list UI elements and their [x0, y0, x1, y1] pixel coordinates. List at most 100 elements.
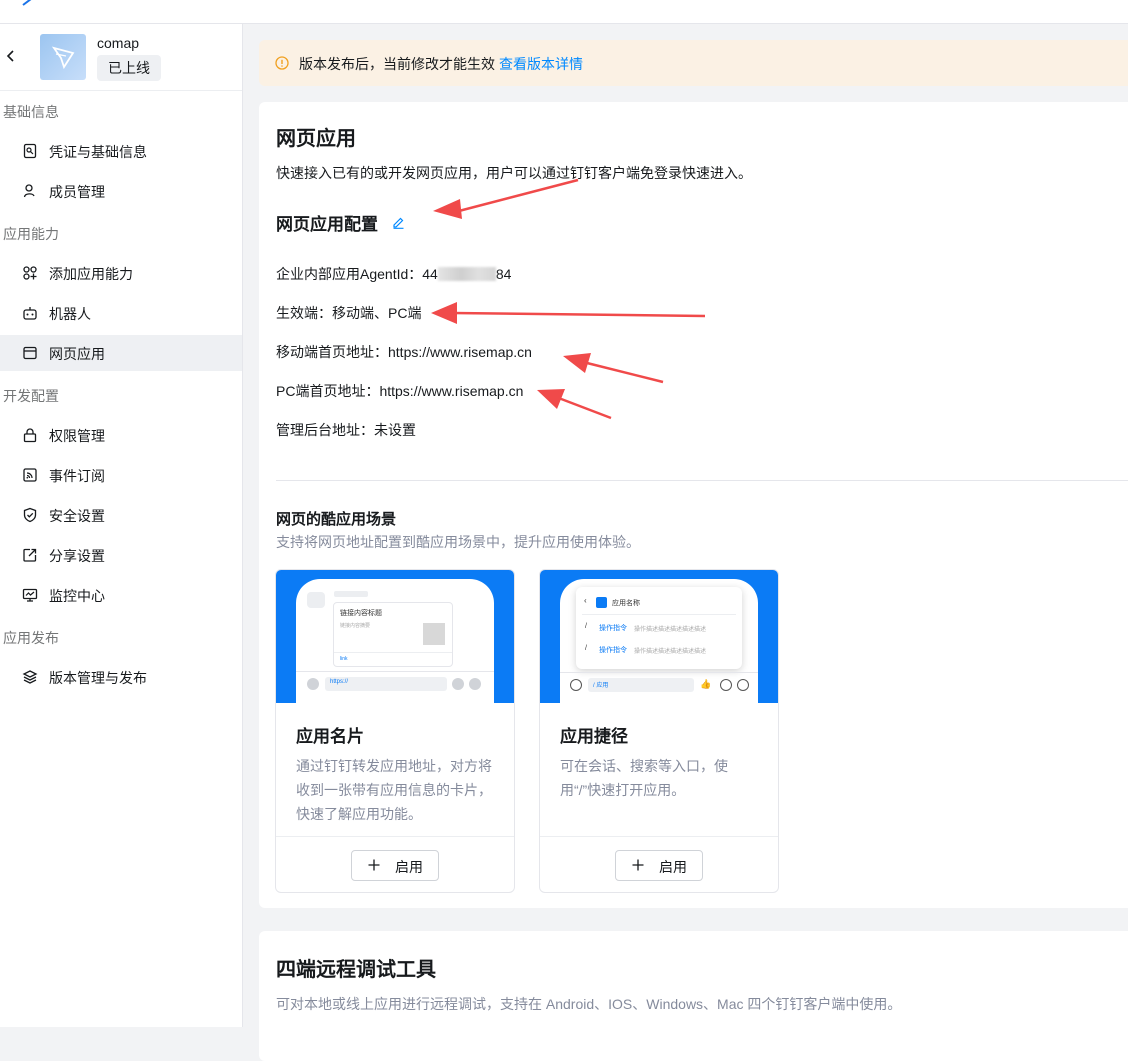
scene-preview-image: ‹ 应用名称 / 操作指令 操作描述描述描述描述描述 / 操作指令 操作描述描述… — [540, 570, 778, 703]
mock-voice-icon — [307, 678, 319, 690]
nav-section-capability: 应用能力 — [3, 226, 59, 242]
admin-url-row: 管理后台地址：未设置 — [276, 422, 416, 438]
layers-icon — [22, 670, 38, 684]
scene-preview-image: 链接内容标题 链接内容摘要 link https:// — [276, 570, 514, 703]
sidebar-item-label: 网页应用 — [49, 346, 105, 362]
app-header: comap 已上线 — [0, 24, 242, 91]
app-logo — [40, 34, 86, 80]
mock-card-title: 链接内容标题 — [340, 610, 382, 617]
enable-shortcut-button[interactable]: 启用 — [615, 850, 703, 881]
release-notice-banner: 版本发布后，当前修改才能生效 查看版本详情 — [259, 40, 1128, 86]
add-capability-icon — [23, 266, 37, 280]
sidebar-item-events[interactable]: 事件订阅 — [0, 457, 242, 493]
mock-slash: / — [585, 645, 587, 652]
app-name: comap — [97, 35, 140, 51]
sidebar-item-add-capability[interactable]: 添加应用能力 — [0, 255, 242, 291]
scene-card-description: 可在会话、搜索等入口，使用“/”快速打开应用。 — [560, 758, 728, 798]
debug-tool-card: 四端远程调试工具 可对本地或线上应用进行远程调试，支持在 Android、IOS… — [259, 931, 1128, 1061]
sidebar-item-security[interactable]: 安全设置 — [0, 497, 242, 533]
agent-id-suffix: 84 — [495, 266, 512, 282]
mobile-url-row: 移动端首页地址：https://www.risemap.cn — [276, 344, 532, 360]
sidebar-item-label: 版本管理与发布 — [49, 670, 147, 686]
redacted-blur — [437, 267, 496, 281]
sidebar-item-members[interactable]: 成员管理 — [0, 173, 242, 209]
view-version-details-link[interactable]: 查看版本详情 — [499, 56, 583, 72]
mock-card-link: link — [340, 656, 348, 662]
cool-app-description: 支持将网页地址配置到酷应用场景中，提升应用使用体验。 — [276, 534, 640, 550]
sidebar-item-label: 事件订阅 — [49, 468, 105, 484]
sidebar-item-label: 监控中心 — [49, 588, 105, 604]
lock-icon — [23, 428, 37, 443]
sidebar-item-share[interactable]: 分享设置 — [0, 537, 242, 573]
agent-id-prefix: 44 — [422, 266, 438, 282]
shield-icon — [23, 507, 37, 523]
mock-emoji-icon — [720, 679, 732, 691]
sidebar-item-label: 安全设置 — [49, 508, 105, 524]
mock-thumbnail — [423, 623, 445, 645]
edit-icon[interactable] — [392, 216, 405, 229]
member-icon — [23, 184, 35, 198]
scene-card-title: 应用捷径 — [560, 727, 628, 746]
enable-app-card-button[interactable]: 启用 — [351, 850, 439, 881]
info-warning-icon — [275, 56, 289, 70]
mock-back-icon: ‹ — [584, 596, 587, 605]
phone-mockup: ‹ 应用名称 / 操作指令 操作描述描述描述描述描述 / 操作指令 操作描述描述… — [560, 579, 758, 703]
sidebar-item-credentials[interactable]: 凭证与基础信息 — [0, 133, 242, 169]
sidebar-item-monitor[interactable]: 监控中心 — [0, 577, 242, 613]
sidebar-item-robot[interactable]: 机器人 — [0, 295, 242, 331]
mock-cmd-desc: 操作描述描述描述描述描述 — [634, 627, 707, 633]
mock-app-name: 应用名称 — [612, 600, 640, 607]
robot-icon — [23, 307, 37, 320]
scene-card-shortcut: ‹ 应用名称 / 操作指令 操作描述描述描述描述描述 / 操作指令 操作描述描述… — [539, 569, 779, 893]
debug-tool-description: 可对本地或线上应用进行远程调试，支持在 Android、IOS、Windows、… — [276, 996, 902, 1012]
mock-card-summary: 链接内容摘要 — [340, 623, 371, 629]
main-content: 版本发布后，当前修改才能生效 查看版本详情 网页应用 快速接入已有的或开发网页应用… — [243, 24, 1128, 1061]
web-app-card: 网页应用 快速接入已有的或开发网页应用，用户可以通过钉钉客户端免登录快速进入。 … — [259, 102, 1128, 908]
sidebar-item-label: 添加应用能力 — [49, 266, 133, 282]
mock-emoji-icon — [452, 678, 464, 690]
avatar-placeholder — [307, 592, 325, 608]
credential-icon — [23, 143, 37, 159]
back-icon[interactable] — [4, 48, 18, 64]
name-placeholder — [334, 591, 368, 597]
mock-input-text: https:// — [330, 679, 349, 685]
sidebar-item-label: 分享设置 — [49, 548, 105, 564]
sidebar-item-permissions[interactable]: 权限管理 — [0, 417, 242, 453]
scene-card-title: 应用名片 — [296, 727, 364, 746]
enable-button-label: 启用 — [395, 859, 423, 875]
sidebar-item-label: 成员管理 — [49, 184, 105, 200]
scene-card-footer: 启用 — [276, 836, 514, 892]
monitor-icon — [22, 588, 38, 602]
debug-tool-title: 四端远程调试工具 — [276, 959, 436, 981]
mock-app-icon — [596, 597, 607, 608]
rss-icon — [23, 468, 37, 482]
sidebar-item-versions[interactable]: 版本管理与发布 — [0, 659, 242, 695]
scene-card-app-card: 链接内容标题 链接内容摘要 link https:// 应用名片 通过钉钉转发应… — [275, 569, 515, 893]
mock-popup-divider — [582, 614, 736, 615]
mock-add-icon — [469, 678, 481, 690]
mock-cmd: 操作指令 — [599, 647, 627, 654]
mock-like-icon: 👍 — [700, 679, 712, 689]
link-card-mock: 链接内容标题 链接内容摘要 link — [333, 602, 453, 667]
config-title: 网页应用配置 — [276, 215, 378, 234]
web-app-icon — [23, 346, 37, 360]
mock-input-divider — [296, 671, 494, 672]
mock-input-box: https:// — [325, 677, 447, 691]
banner-text: 版本发布后，当前修改才能生效 查看版本详情 — [299, 54, 583, 74]
sidebar-item-web-app[interactable]: 网页应用 — [0, 335, 242, 371]
app-logo-icon — [51, 46, 75, 70]
scene-card-description: 通过钉钉转发应用地址，对方将收到一张带有应用信息的卡片，快速了解应用功能。 — [296, 758, 492, 822]
mock-cmd-desc: 操作描述描述描述描述描述 — [634, 649, 707, 655]
section-divider — [276, 480, 1128, 481]
pc-url-row: PC端首页地址：https://www.risemap.cn — [276, 383, 524, 399]
top-bar — [0, 0, 1128, 24]
agent-id-label: 企业内部应用AgentId： — [276, 266, 423, 282]
mock-cmd: 操作指令 — [599, 625, 627, 632]
banner-message: 版本发布后，当前修改才能生效 — [299, 56, 495, 72]
nav-section-basic: 基础信息 — [3, 104, 59, 120]
mock-voice-icon — [570, 679, 582, 691]
platform-row: 生效端：移动端、PC端 — [276, 305, 422, 321]
sidebar-item-label: 凭证与基础信息 — [49, 144, 147, 160]
sidebar-item-label: 权限管理 — [49, 428, 105, 444]
plus-icon — [368, 859, 380, 871]
